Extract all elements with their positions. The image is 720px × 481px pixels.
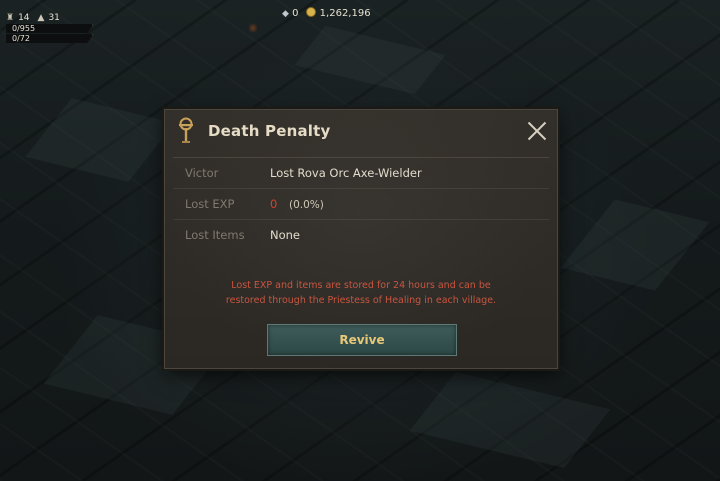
stat-icon: ▲ — [37, 12, 45, 23]
death-penalty-dialog: Death Penalty Victor Lost Rova Orc Axe-W… — [164, 109, 558, 369]
level-icon: ♜ — [6, 12, 15, 23]
ankh-icon — [179, 117, 193, 143]
hp-bar: 0/955 — [6, 24, 94, 33]
victor-label: Victor — [185, 166, 219, 180]
mp-bar: 0/72 — [6, 34, 94, 43]
lost-items-row: Lost Items None — [173, 219, 549, 250]
notice-line-2: restored through the Priestess of Healin… — [225, 295, 497, 306]
dialog-title: Death Penalty — [208, 122, 331, 140]
stat-value: 31 — [48, 12, 60, 23]
lost-items-value: None — [270, 228, 301, 242]
notice-line-1: Lost EXP and items are stored for 24 hou… — [231, 280, 491, 291]
gold-coin-icon — [306, 7, 317, 17]
gold-count: 1,262,196 — [319, 8, 371, 19]
lost-exp-percent: (0.0%) — [288, 199, 324, 211]
mp-text: 0/72 — [12, 34, 30, 43]
lost-items-label: Lost Items — [185, 228, 245, 242]
penalty-info-list: Victor Lost Rova Orc Axe-Wielder Lost EX… — [173, 157, 549, 250]
victor-value: Lost Rova Orc Axe-Wielder — [270, 166, 422, 180]
gem-icon: ◆ — [282, 8, 289, 19]
hp-text: 0/955 — [12, 24, 36, 33]
torch-light — [249, 22, 257, 34]
dialog-header: Death Penalty — [165, 110, 557, 152]
restore-notice: Lost EXP and items are stored for 24 hou… — [185, 278, 537, 308]
player-status-hud: ♜ 14 ▲ 31 0/955 0/72 — [6, 12, 94, 43]
victor-row: Victor Lost Rova Orc Axe-Wielder — [173, 157, 549, 188]
level-value: 14 — [18, 12, 30, 23]
lost-exp-row: Lost EXP 0 (0.0%) — [173, 188, 549, 219]
gem-count: 0 — [292, 7, 299, 19]
lost-exp-label: Lost EXP — [185, 197, 235, 211]
close-icon[interactable] — [527, 121, 547, 141]
lost-exp-value: 0 — [270, 197, 278, 211]
currency-bar: ◆ 0 1,262,196 — [282, 7, 371, 19]
revive-button[interactable]: Revive — [267, 324, 457, 356]
